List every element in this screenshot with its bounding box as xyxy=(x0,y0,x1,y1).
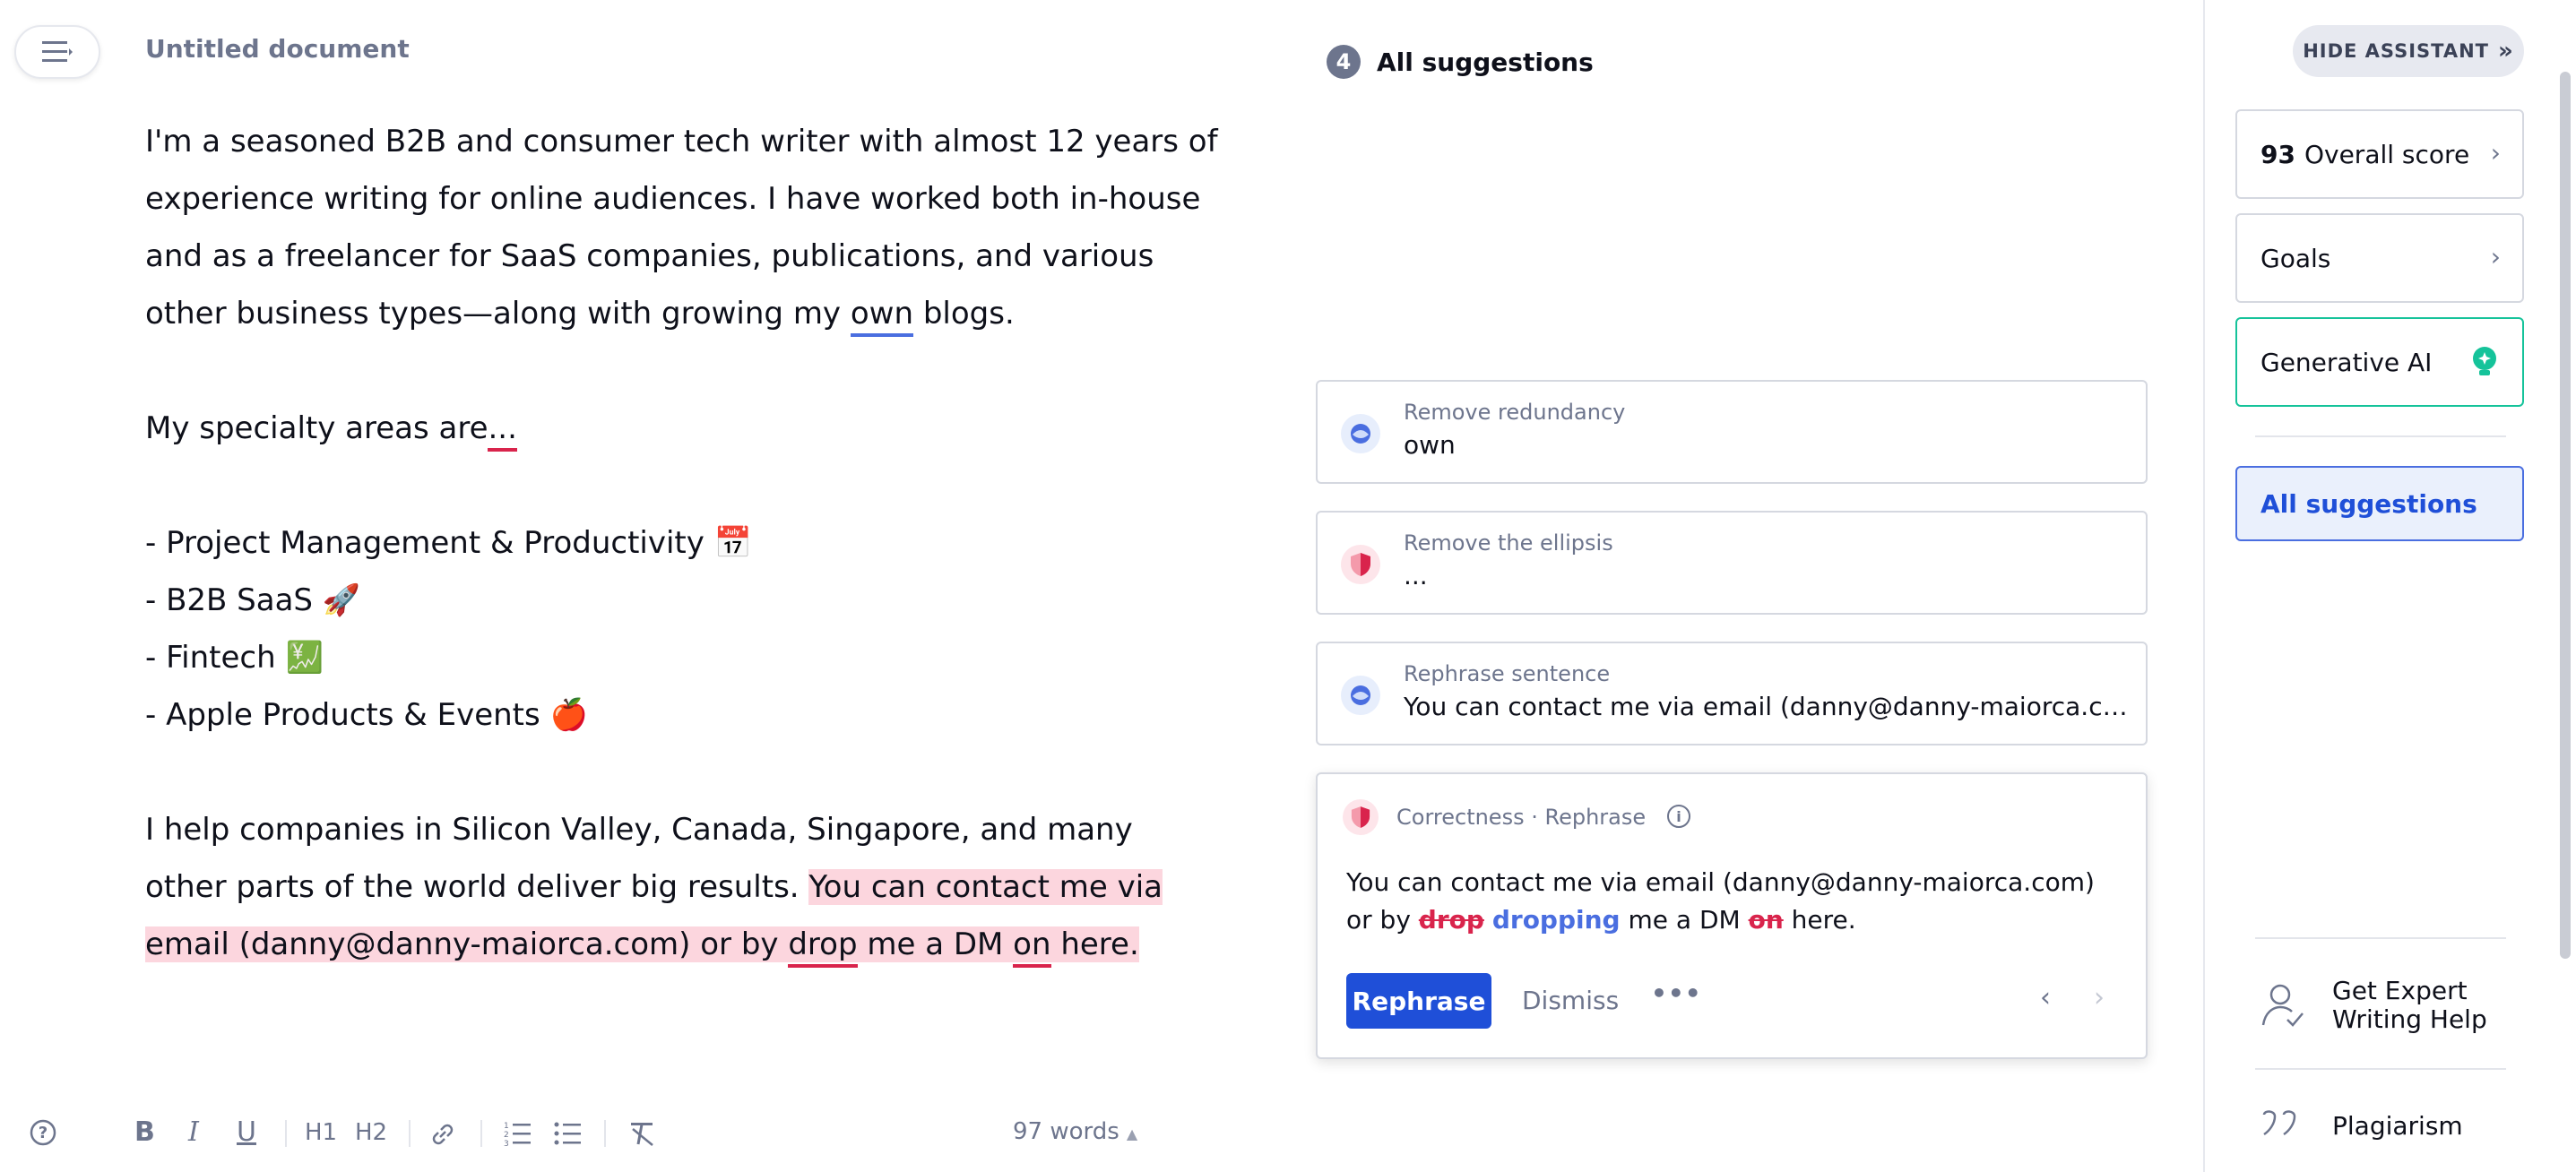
suggestion-category: Rephrase sentence xyxy=(1404,661,1611,686)
chevron-left-icon[interactable]: ‹ xyxy=(2040,982,2051,1013)
paragraph-intro: I'm a seasoned B2B and consumer tech wri… xyxy=(145,113,1221,342)
suggestion-text: You can contact me via email (danny@dann… xyxy=(1404,692,2130,721)
svg-text:2: 2 xyxy=(504,1131,509,1140)
list-item: - B2B SaaS 🚀 xyxy=(145,582,361,618)
generative-ai-button[interactable]: Generative AI xyxy=(2235,317,2524,407)
expert-help-line2: Writing Help xyxy=(2332,1004,2487,1034)
scrollbar[interactable] xyxy=(2560,72,2571,959)
chevron-right-icon: › xyxy=(2490,242,2501,271)
goals-label: Goals xyxy=(2260,243,2331,273)
plagiarism-link[interactable]: Plagiarism xyxy=(2260,1107,2463,1143)
svg-text:1: 1 xyxy=(504,1122,509,1131)
clear-format-icon[interactable] xyxy=(627,1120,656,1147)
bullet-list-icon[interactable] xyxy=(554,1120,583,1147)
paragraph-specialty: My specialty areas are... xyxy=(145,400,1221,457)
heading2-button[interactable]: H2 xyxy=(355,1116,387,1149)
chevron-right-icon: › xyxy=(2490,138,2501,168)
expert-help-line1: Get Expert xyxy=(2332,976,2468,1005)
hide-assistant-button[interactable]: HIDE ASSISTANT » xyxy=(2293,25,2524,77)
svg-text:?: ? xyxy=(39,1124,48,1142)
paragraph-text: I'm a seasoned B2B and consumer tech wri… xyxy=(145,124,1218,332)
preview-text: me a DM xyxy=(1620,905,1749,935)
suggestions-header: 4 All suggestions xyxy=(1327,45,1594,79)
list-item: - Project Management & Productivity 📅 xyxy=(145,525,753,561)
suggestion-card-ellipsis[interactable]: Remove the ellipsis ... xyxy=(1316,511,2148,615)
help-icon[interactable]: ? xyxy=(29,1118,57,1147)
editor-text[interactable]: I'm a seasoned B2B and consumer tech wri… xyxy=(145,113,1221,973)
generative-ai-bulb-icon xyxy=(2473,347,2496,375)
suggestion-count-badge: 4 xyxy=(1327,45,1361,79)
suggestion-text: ... xyxy=(1404,561,1428,590)
clarity-icon xyxy=(1341,676,1380,715)
list-item: - Fintech 💹 xyxy=(145,640,324,676)
deleted-word: on xyxy=(1748,905,1784,935)
preview-text: here. xyxy=(1791,905,1856,935)
info-icon[interactable]: i xyxy=(1667,805,1690,828)
menu-button[interactable] xyxy=(14,25,100,79)
paragraph-contact: I help companies in Silicon Valley, Cana… xyxy=(145,801,1221,973)
expert-person-icon xyxy=(2261,984,2304,1027)
italic-button[interactable]: I xyxy=(188,1116,199,1149)
plagiarism-label: Plagiarism xyxy=(2332,1110,2463,1141)
word-count[interactable]: 97 words ▲ xyxy=(1013,1118,1137,1145)
list-item: - Apple Products & Events 🍎 xyxy=(145,697,588,733)
highlight-text: here. xyxy=(1050,926,1139,962)
hide-assistant-label: HIDE ASSISTANT xyxy=(2303,40,2490,62)
suggestion-text: own xyxy=(1404,430,1456,460)
chevron-right-icon[interactable]: › xyxy=(2094,982,2105,1013)
quote-icon xyxy=(2262,1110,2296,1136)
flagged-word-drop[interactable]: drop xyxy=(788,926,858,968)
document-title[interactable]: Untitled document xyxy=(145,34,410,64)
highlight-text: me a DM xyxy=(857,926,1014,962)
link-icon[interactable] xyxy=(428,1120,457,1149)
underline-button[interactable]: U xyxy=(237,1116,256,1149)
dismiss-button[interactable]: Dismiss xyxy=(1522,986,1619,1015)
ordered-list-icon[interactable]: 1 2 3 xyxy=(504,1120,532,1147)
overall-score-label: Overall score xyxy=(2304,139,2470,169)
double-chevron-right-icon: » xyxy=(2498,38,2514,65)
caret-up-icon: ▲ xyxy=(1126,1125,1138,1142)
suggestion-type-label: Correctness · Rephrase xyxy=(1396,805,1647,830)
hamburger-icon xyxy=(42,41,73,62)
correctness-shield-icon xyxy=(1343,799,1379,835)
format-toolbar: ? B I U H1 H2 1 2 3 97 words ▲ xyxy=(0,1107,1273,1158)
heading1-button[interactable]: H1 xyxy=(305,1116,337,1149)
correctness-shield-icon xyxy=(1341,545,1380,584)
flagged-word-on[interactable]: on xyxy=(1013,926,1051,968)
inserted-word: dropping xyxy=(1491,905,1621,935)
rephrase-button[interactable]: Rephrase xyxy=(1346,973,1491,1029)
overall-score-button[interactable]: 93 Overall score › xyxy=(2235,109,2524,199)
all-suggestions-tab[interactable]: All suggestions xyxy=(2235,466,2524,541)
generative-ai-label: Generative AI xyxy=(2260,347,2433,377)
suggestion-card-redundancy[interactable]: Remove redundancy own xyxy=(1316,380,2148,484)
suggestion-category: Remove redundancy xyxy=(1404,400,1626,425)
suggestion-category: Remove the ellipsis xyxy=(1404,530,1613,556)
expert-writing-help-link[interactable]: Get Expert Writing Help xyxy=(2260,977,2487,1034)
deleted-word: drop xyxy=(1418,905,1484,935)
overall-score-value: 93 xyxy=(2260,139,2295,169)
suggestions-title: All suggestions xyxy=(1377,47,1594,77)
clarity-icon xyxy=(1341,414,1380,453)
assistant-sidebar: HIDE ASSISTANT » 93 Overall score › Goal… xyxy=(2203,0,2576,1172)
more-options-icon[interactable]: ••• xyxy=(1651,978,1702,1008)
svg-text:3: 3 xyxy=(504,1140,509,1147)
word-count-label: 97 words xyxy=(1013,1118,1119,1145)
expanded-suggestion-card: Correctness · Rephrase i You can contact… xyxy=(1316,772,2148,1059)
goals-button[interactable]: Goals › xyxy=(2235,213,2524,303)
paragraph-text: My specialty areas are xyxy=(145,410,488,446)
flagged-ellipsis[interactable]: ... xyxy=(488,410,517,452)
bold-button[interactable]: B xyxy=(134,1116,155,1149)
paragraph-text: blogs. xyxy=(913,296,1015,332)
flagged-word-own[interactable]: own xyxy=(850,296,914,337)
suggestion-preview: You can contact me via email (danny@dann… xyxy=(1346,864,2126,939)
suggestion-card-rephrase[interactable]: Rephrase sentence You can contact me via… xyxy=(1316,642,2148,745)
